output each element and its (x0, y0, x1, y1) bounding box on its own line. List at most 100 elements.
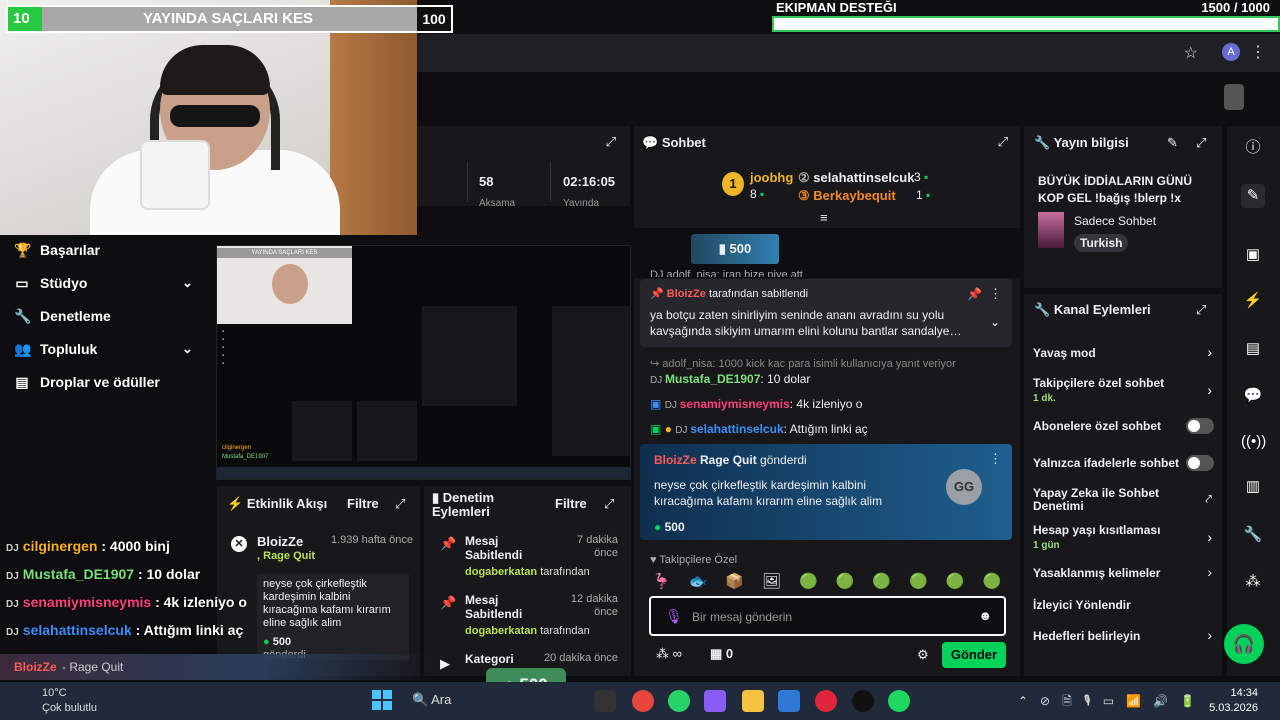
activity-title: ⚡ Etkinlik Akışı (227, 496, 328, 511)
mod-item-time: 20 dakika önce (544, 652, 618, 664)
mod-item-title: Mesaj Sabitlendi (465, 534, 523, 562)
system-tray-icons[interactable]: ⌃⊘🗎🎙▭📶🔊🔋 (1018, 692, 1207, 713)
profile-avatar[interactable]: A (1222, 43, 1240, 61)
expand-icon[interactable]: ⤢ (606, 134, 616, 150)
mod-item-time: 12 dakika önce (570, 593, 618, 618)
action-followers-only[interactable]: Takipçilere özel sohbet 1 dk. (1033, 376, 1164, 404)
clock[interactable]: 14:34 5.03.2026 (1209, 686, 1258, 716)
leaderboard-second[interactable]: ② selahattinselcuk (798, 170, 914, 186)
pin-icon[interactable]: 📌 (967, 287, 982, 301)
whatsapp-icon[interactable] (668, 690, 690, 712)
category-name[interactable]: Sadece Sohbet (1074, 214, 1156, 228)
notes-icon[interactable]: ▤ (1241, 337, 1265, 361)
activity-filter-button[interactable]: Filtre (347, 496, 379, 511)
emote-row[interactable]: 🦩🐟📦🖼🟢🟢🟢🟢🟢🟢 (652, 572, 1019, 590)
activity-amount: ● 500 (263, 636, 292, 648)
ragequit-message[interactable]: BloizZe Rage Quit gönderdi ⋮ neyse çok ç… (640, 444, 1012, 540)
more-icon[interactable]: ⋮ (989, 451, 1002, 467)
overlay-chat-line: DJ senamiymisneymis : 4k izleniyo o (6, 594, 247, 610)
emoji-icon[interactable]: ☻ (978, 608, 992, 623)
emote-only-toggle[interactable] (1186, 455, 1214, 471)
weather-label[interactable]: Çok bulutlu (42, 702, 97, 714)
file-explorer-icon[interactable] (742, 690, 764, 712)
mini-mod (357, 401, 417, 461)
pencil-icon[interactable]: ✎ (1167, 135, 1178, 151)
action-banned-words[interactable]: Yasaklanmış kelimeler (1033, 566, 1160, 580)
expand-icon[interactable]: ⤢ (1196, 135, 1206, 151)
action-account-age[interactable]: Hesap yaşı kısıtlaması 1 gün (1033, 523, 1160, 551)
pinned-message[interactable]: 📌 BloizZe tarafından sabitlendi 📌 ⋮ ya b… (640, 279, 1012, 347)
mod-filter-button[interactable]: Filtre (555, 496, 587, 511)
chrome-icon[interactable] (632, 690, 654, 712)
store-icon[interactable] (778, 690, 800, 712)
task-view-icon[interactable] (594, 690, 616, 712)
action-set-goals[interactable]: Hedefleri belirleyin (1033, 629, 1140, 643)
action-raid[interactable]: İzleyici Yönlendir (1033, 598, 1131, 612)
browser-menu-icon[interactable]: ⋮ (1250, 42, 1266, 62)
expand-icon[interactable]: ⤢ (998, 134, 1008, 150)
nav-moderation[interactable]: 🔧 Denetleme (14, 305, 111, 327)
mic-icon[interactable]: 🎙 (665, 608, 683, 625)
obs-icon[interactable] (852, 690, 874, 712)
points-pill[interactable]: ▮ 500 (691, 234, 779, 264)
mini-nav: ▪ ▪ ▪ ▪ ▪ (222, 329, 225, 367)
stream-title: BÜYÜK İDDİALARIN GÜNÜ KOP GEL !bağış !bl… (1038, 174, 1192, 205)
settings-gear-icon[interactable]: ⚙ (917, 647, 929, 663)
expand-icon[interactable]: ⤢ (1196, 302, 1206, 318)
taskbar-search[interactable]: 🔍 Ara (412, 692, 451, 708)
nav-label: Başarılar (40, 242, 100, 258)
layout-icon[interactable]: ▥ (1241, 475, 1265, 499)
collapse-icon[interactable]: ≡ (820, 210, 828, 225)
action-ai-moderation[interactable]: Yapay Zeka ile Sohbet Denetimi (1033, 487, 1183, 513)
language-tag[interactable]: Turkish (1074, 234, 1129, 252)
chevron-right-icon: › (1207, 382, 1212, 398)
people-icon: 👥 (14, 340, 32, 357)
chevron-down-icon[interactable]: ⌄ (990, 315, 1000, 329)
help-headset-button[interactable]: 🎧 (1224, 624, 1264, 664)
browser-toolbar: ☆ A ⋮ (417, 34, 1280, 72)
copilot-icon[interactable] (704, 690, 726, 712)
wrench-icon: 🔧 (14, 307, 32, 324)
door-background (330, 0, 417, 235)
chevron-right-icon: › (1207, 627, 1212, 643)
bookmark-star-icon[interactable]: ☆ (1184, 43, 1198, 63)
send-button[interactable]: Gönder (942, 642, 1006, 668)
action-slow-mode[interactable]: Yavaş mod (1033, 346, 1096, 360)
points-counter[interactable]: ▦ 0 (710, 646, 733, 662)
nav-community[interactable]: 👥 Topluluk ⌄ (14, 338, 193, 360)
user-avatar[interactable] (1224, 84, 1244, 110)
hype-text: neyse çok çirkefleştik kardeşimin kalbin… (654, 478, 883, 508)
channel-actions-panel: 🔧 Kanal Eylemleri ⤢ Yavaş mod › Takipçil… (1024, 294, 1222, 676)
challenge-level: 10 (8, 7, 42, 31)
infinity-icon[interactable]: ⁂ ∞ (656, 646, 682, 662)
info-icon[interactable]: ⓘ (1241, 136, 1265, 160)
top-strip (417, 72, 1280, 124)
uptime: 02:16:05 (563, 174, 616, 189)
more-icon[interactable]: ⋮ (989, 286, 1002, 302)
broadcast-icon[interactable]: ((•)) (1241, 430, 1266, 454)
action-emote-only[interactable]: Yalnızca ifadelerle sohbet (1033, 456, 1179, 470)
subscribers-only-toggle[interactable] (1186, 418, 1214, 434)
opera-icon[interactable] (815, 690, 837, 712)
spotify-icon[interactable] (888, 690, 910, 712)
bolt-icon[interactable]: ⚡ (1241, 289, 1265, 313)
share-icon[interactable]: ⁂ (1241, 570, 1265, 594)
nav-achievements[interactable]: 🏆 Başarılar (14, 239, 100, 261)
leaderboard-third[interactable]: ③ Berkaybequit (798, 188, 896, 204)
nav-drops[interactable]: ▤ Droplar ve ödüller (14, 371, 159, 393)
equipment-title: EKIPMAN DESTEĞI (776, 0, 897, 15)
nav-studio[interactable]: ▭ Stüdyo ⌄ (14, 272, 193, 294)
windows-start-icon[interactable] (372, 690, 392, 710)
capture-icon[interactable]: ▣ (1241, 243, 1265, 267)
wrench-icon[interactable]: 🔧 (1241, 523, 1265, 547)
chat-bubble-icon[interactable]: 💬 (1241, 384, 1265, 408)
action-subscribers-only[interactable]: Abonelere özel sohbet (1033, 419, 1161, 433)
expand-icon[interactable]: ⤢ (395, 496, 405, 512)
pinned-text: ya botçu zaten sinirliyim seninde ananı … (650, 308, 962, 338)
edit-icon[interactable]: ✎ (1241, 184, 1265, 208)
leaderboard-second-count: 3 ▪ (914, 170, 929, 184)
leaderboard-first[interactable]: joobhg (750, 170, 793, 185)
mod-item-by: dogaberkatan tarafından (465, 566, 590, 578)
chat-input[interactable]: 🎙 Bir mesaj gönderin ☻ (649, 596, 1006, 636)
expand-icon[interactable]: ⤢ (604, 496, 614, 512)
